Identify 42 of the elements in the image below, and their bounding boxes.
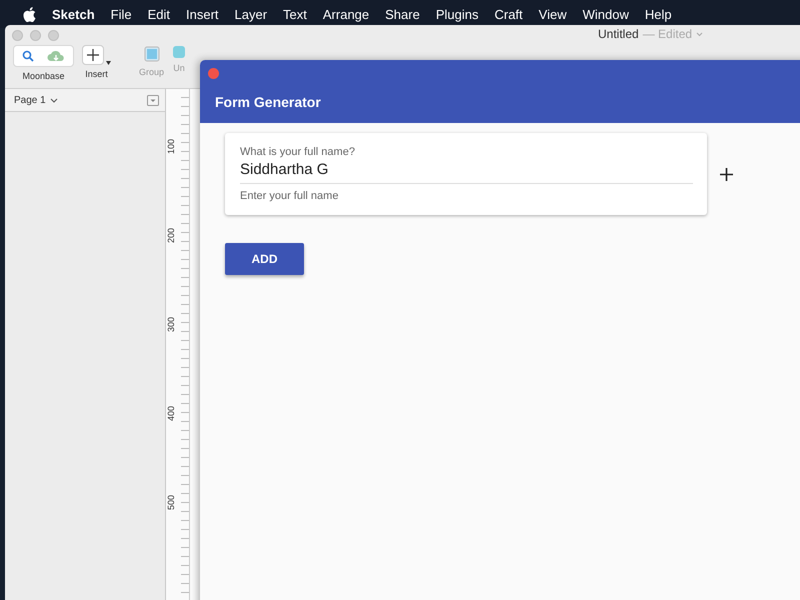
search-icon[interactable] <box>22 50 34 62</box>
menu-item[interactable]: File <box>110 6 132 22</box>
menu-item[interactable]: Help <box>644 6 672 22</box>
add-button[interactable]: ADD <box>225 243 304 275</box>
input-field[interactable]: Siddhartha G <box>240 158 693 184</box>
moonbase-control[interactable] <box>13 45 74 67</box>
text-field[interactable]: What is your full name? Siddhartha G Enter your full name <box>225 133 707 215</box>
collapse-icon[interactable] <box>147 94 159 106</box>
ruler-label: 500 <box>166 494 176 511</box>
menu-item[interactable]: Edit <box>148 6 170 22</box>
ruler-label: 400 <box>166 404 176 422</box>
menu-item[interactable]: Window <box>582 6 629 22</box>
menu-item[interactable]: Layer <box>234 6 268 22</box>
plus-icon[interactable] <box>720 168 733 180</box>
ruler-label: 300 <box>166 316 176 333</box>
cloud-icon[interactable] <box>47 50 65 62</box>
menu-item[interactable]: Craft <box>494 6 523 22</box>
toolbar-label: Group <box>139 67 164 77</box>
apple-icon[interactable] <box>23 6 36 22</box>
ruler-label: 100 <box>166 138 176 155</box>
field-label: What is your full name? <box>240 146 356 158</box>
menu-item[interactable]: Arrange <box>322 6 370 22</box>
helper-text: Enter your full name <box>240 190 340 202</box>
menu-item[interactable]: Sketch <box>52 6 95 22</box>
menu-item[interactable]: Text <box>283 6 307 22</box>
toolbar-label: Moonbase <box>22 71 65 81</box>
page-selector[interactable]: Page 1 <box>14 94 46 106</box>
window-title: Untitled <box>598 27 639 41</box>
menu-item[interactable]: Share <box>385 6 420 22</box>
form-title: Form Generator <box>215 94 321 110</box>
caret-icon[interactable] <box>106 61 111 65</box>
toolbar-label: Un <box>173 63 185 73</box>
ruler-label: 200 <box>166 226 176 244</box>
toolbar-label: Insert <box>85 69 108 79</box>
group-icon[interactable] <box>144 45 160 63</box>
menu-item[interactable]: Plugins <box>436 6 478 22</box>
plus-icon <box>87 49 99 61</box>
insert-button[interactable] <box>82 45 104 65</box>
chevron-icon[interactable] <box>50 98 58 102</box>
close-button[interactable] <box>208 68 219 79</box>
menu-item[interactable]: View <box>538 6 567 22</box>
menu-item[interactable]: Insert <box>186 6 219 22</box>
